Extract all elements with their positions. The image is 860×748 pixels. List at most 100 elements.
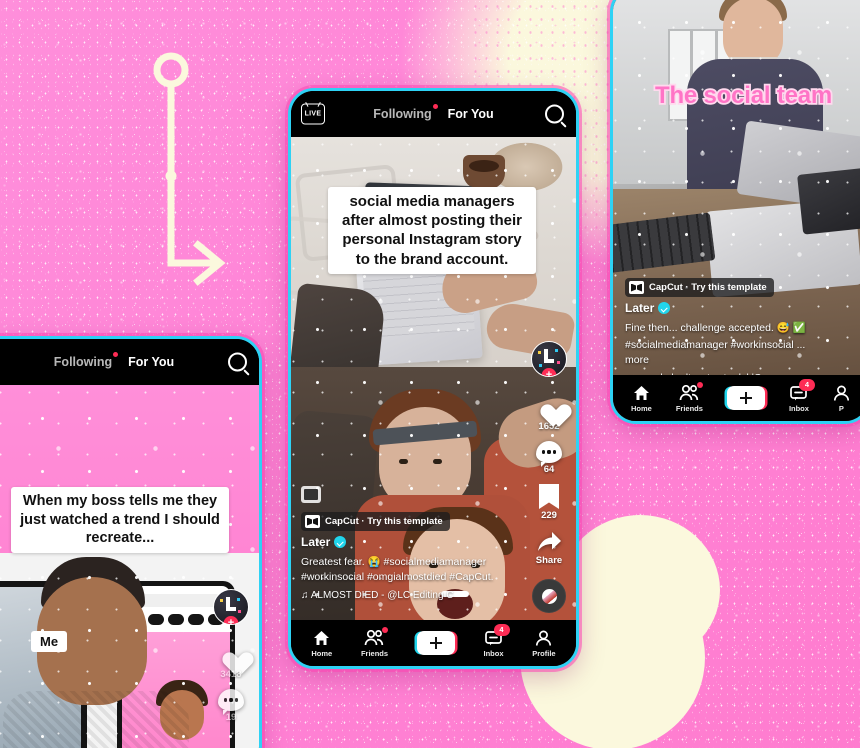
username-tr: Later xyxy=(625,301,655,315)
nav-label-home: Home xyxy=(311,648,333,658)
caption-text-tr: Fine then... challenge accepted. 😅 ✅ xyxy=(625,322,806,334)
nav-label-profile: Profile xyxy=(532,648,556,658)
friends-icon xyxy=(679,381,704,401)
tab-foryou-label-bl: For You xyxy=(128,355,175,369)
follow-plus-badge[interactable]: + xyxy=(223,616,239,624)
nav-create-tr[interactable] xyxy=(726,386,765,410)
tab-following[interactable]: Following xyxy=(373,104,438,121)
capcut-chip-label: CapCut · Try this template xyxy=(649,282,767,293)
nav-create[interactable] xyxy=(416,631,455,655)
following-notification-dot xyxy=(432,104,438,109)
nav-inbox[interactable]: 4 Inbox xyxy=(483,623,510,658)
curved-arrow-pointer xyxy=(153,52,226,286)
capcut-template-chip-center[interactable]: CapCut · Try this template xyxy=(301,512,450,531)
caption-sound-center[interactable]: ♫ ALMOST DIED - @LC Editing C xyxy=(301,590,511,601)
tab-foryou-bl[interactable]: For You xyxy=(128,355,174,369)
photo-thumb-icon[interactable] xyxy=(301,486,321,503)
inbox-icon: 4 xyxy=(484,623,510,646)
tab-following-bl[interactable]: Following xyxy=(53,352,119,369)
comment-block-center[interactable]: 64 xyxy=(536,441,562,475)
nav-label-friends-tr: Friends xyxy=(675,403,703,413)
create-plus-button[interactable] xyxy=(416,631,455,655)
topbar-center: LIVE Following For You xyxy=(291,91,576,137)
caption-hashtags-tr[interactable]: #socialmediamanager #workinsocial ... mo… xyxy=(625,338,825,368)
capcut-template-chip-tr[interactable]: CapCut · Try this template xyxy=(625,278,774,297)
tab-following-label-bl: Following xyxy=(53,355,113,369)
friends-icon xyxy=(364,626,389,646)
avatar-block-center[interactable]: + xyxy=(531,341,567,377)
bookmark-icon[interactable] xyxy=(539,484,559,509)
create-plus-button[interactable] xyxy=(726,386,765,410)
search-icon[interactable] xyxy=(228,352,247,372)
search-icon[interactable] xyxy=(545,104,564,124)
friends-notification-dot xyxy=(382,626,389,633)
share-block-center[interactable]: Share xyxy=(535,530,563,566)
like-block-center[interactable]: 1652 xyxy=(536,395,563,432)
friends-notification-dot xyxy=(697,381,704,388)
bookmark-block-center[interactable]: 229 xyxy=(539,484,559,521)
tab-following-label: Following xyxy=(373,107,432,121)
comment-icon[interactable] xyxy=(218,689,244,715)
nav-label-home-tr: Home xyxy=(631,403,652,413)
profile-icon xyxy=(833,384,850,401)
capcut-logo-icon xyxy=(305,515,320,528)
sound-disc-block[interactable] xyxy=(532,579,566,613)
like-block-bl[interactable]: 3418 xyxy=(218,643,245,680)
feed-tabs-center: Following For You xyxy=(291,104,576,121)
caption-block-tr: Later Fine then... challenge accepted. 😅… xyxy=(625,301,825,384)
username-center: Later xyxy=(301,535,331,549)
action-rail-bl: + 3418 19 xyxy=(213,589,249,732)
capcut-logo-icon xyxy=(629,281,644,294)
nav-home-tr[interactable]: Home xyxy=(631,384,652,413)
action-rail-center: + 1652 64 229 Share xyxy=(531,341,567,622)
tab-foryou[interactable]: For You xyxy=(448,107,494,121)
heart-icon[interactable] xyxy=(218,643,245,668)
nav-profile[interactable]: Profile xyxy=(532,629,556,658)
nav-label-friends: Friends xyxy=(360,648,389,658)
caption-username-row[interactable]: Later xyxy=(301,535,511,549)
me-label-tag: Me xyxy=(31,631,68,652)
overlay-caption-center: social media managers after almost posti… xyxy=(328,187,536,274)
inbox-badge-count: 4 xyxy=(798,378,815,391)
capcut-chip-label: CapCut · Try this template xyxy=(325,516,443,527)
phone-center: LIVE Following For You social media mana… xyxy=(288,88,579,669)
poster-canvas: The social team CapCut · Try this templa… xyxy=(0,0,860,748)
avatar-block-bl[interactable]: + xyxy=(213,589,249,625)
follow-plus-badge[interactable]: + xyxy=(541,368,557,376)
inbox-badge-count: 4 xyxy=(493,623,510,636)
comment-icon[interactable] xyxy=(536,441,562,467)
heart-icon[interactable] xyxy=(536,395,563,420)
nav-friends[interactable]: Friends xyxy=(360,626,389,658)
tab-foryou-label: For You xyxy=(447,107,494,121)
home-icon xyxy=(633,384,650,401)
profile-icon xyxy=(535,629,552,646)
like-count-bl: 3418 xyxy=(220,669,242,680)
feed-tabs-bl: Following For You xyxy=(0,352,259,369)
nav-home[interactable]: Home xyxy=(311,629,332,658)
avatar[interactable]: + xyxy=(213,589,249,625)
verified-badge-icon xyxy=(658,302,671,314)
nav-label-profile-tr: P xyxy=(838,403,844,413)
nav-label-inbox: Inbox xyxy=(483,648,504,658)
caption-text-center[interactable]: Greatest fear. 😭 #socialmediamanager #wo… xyxy=(301,555,511,585)
phone-bottom-left: Following For You When my boss tells me … xyxy=(0,336,262,748)
share-icon[interactable] xyxy=(535,530,563,554)
verified-badge-icon xyxy=(334,536,347,548)
overlay-caption-bl: When my boss tells me they just watched … xyxy=(11,487,229,553)
following-notification-dot xyxy=(113,352,119,357)
sound-disc-icon[interactable] xyxy=(532,579,566,613)
nav-label-inbox-tr: Inbox xyxy=(788,403,809,413)
topbar-bl: Following For You xyxy=(0,339,259,385)
nav-inbox-tr[interactable]: 4 Inbox xyxy=(788,378,815,413)
comment-count-bl: 19 xyxy=(225,712,237,723)
home-icon xyxy=(313,629,330,646)
screen-bottom-left: Following For You When my boss tells me … xyxy=(0,339,259,748)
bottom-nav-tr: Home Friends 4 Inbox P xyxy=(613,375,860,421)
screen-center: LIVE Following For You social media mana… xyxy=(291,91,576,666)
caption-username-row-tr[interactable]: Later xyxy=(625,301,825,315)
nav-friends-tr[interactable]: Friends xyxy=(675,381,704,413)
coffee-mug xyxy=(463,155,505,189)
avatar[interactable]: + xyxy=(531,341,567,377)
comment-block-bl[interactable]: 19 xyxy=(218,689,244,723)
nav-profile-tr[interactable]: P xyxy=(833,384,850,413)
